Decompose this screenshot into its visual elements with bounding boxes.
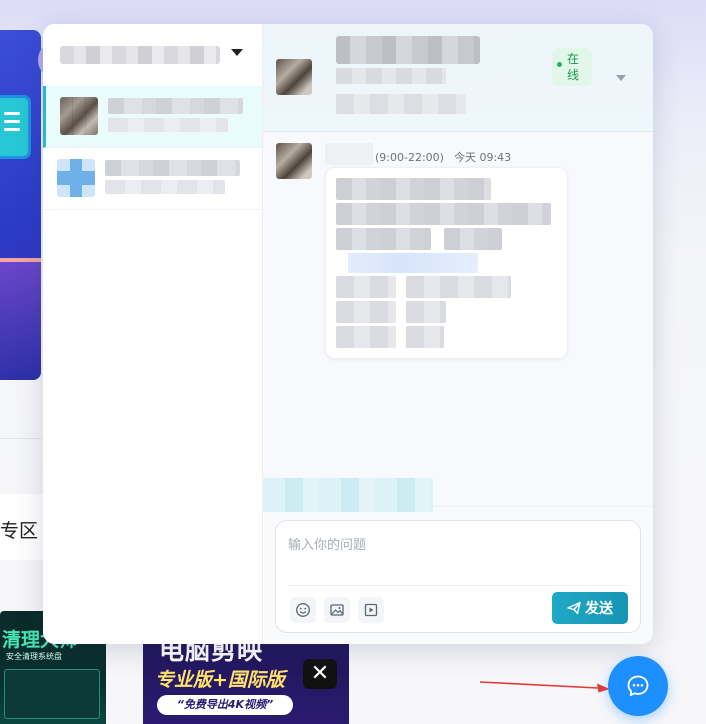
agent-info-blurred [336,94,466,114]
chat-window: 在线 (9:00-22:00) 今天 09:43 输入你的问题 发送 [43,24,653,644]
message-text-blurred [336,276,396,298]
agent-name-blurred [336,36,480,64]
account-switcher[interactable] [43,24,262,86]
agent-avatar [276,59,312,95]
annotation-arrow [480,681,610,693]
thumb-subtitle: 专业版+国际版 [155,669,285,691]
conversation-title-blurred [105,160,240,176]
message-text-blurred [336,178,491,200]
message-text-blurred [336,301,396,323]
video-icon[interactable] [358,597,384,623]
message-link-blurred[interactable] [348,253,478,273]
conversation-sidebar [43,24,263,644]
zone-label: 专区 [0,520,39,542]
capcut-logo-icon: ✕ [303,659,337,689]
composer: 发送 [263,506,653,644]
message-text-blurred [444,228,502,250]
conversation-preview-blurred [105,180,225,194]
document-icon [0,98,28,156]
send-label: 发送 [585,601,613,617]
message-bubble [325,167,568,359]
status-text: 在线 [567,52,580,82]
chat-launcher-button[interactable] [608,656,668,716]
chat-bubble-icon [627,675,649,697]
quick-replies-blurred[interactable] [263,478,433,512]
chat-main: 在线 (9:00-22:00) 今天 09:43 输入你的问题 发送 [263,24,653,644]
message-meta: (9:00-22:00) 今天 09:43 [375,149,511,165]
thumb-subtitle: 安全清理系统盘 [6,652,62,661]
avatar [60,97,98,135]
message-text-blurred [406,301,446,323]
sender-name-blurred [325,143,373,165]
message-text-blurred [336,203,551,225]
account-name-blurred [60,46,220,64]
thumb-screenshot [4,669,100,719]
chat-header: 在线 [263,24,653,132]
conversation-item[interactable] [43,86,262,148]
send-icon [567,601,581,615]
caret-down-icon[interactable] [231,49,243,56]
divider [288,585,628,586]
service-hours: (9:00-22:00) [375,151,444,164]
agent-info-blurred [336,68,446,84]
divider [0,438,43,439]
online-dot-icon [557,62,562,67]
banner-illustration [0,262,41,380]
message-text-blurred [406,276,511,298]
send-button[interactable]: 发送 [552,592,628,624]
message-time: 今天 09:43 [453,151,512,164]
message-text-blurred [406,326,444,348]
message-input[interactable] [276,521,640,583]
conversation-title-blurred [108,98,243,114]
sender-avatar [276,143,312,179]
message-list[interactable]: (9:00-22:00) 今天 09:43 [263,132,653,512]
status-badge: 在线 [552,48,592,86]
message-text-blurred [336,326,396,348]
background-banner[interactable] [0,30,41,380]
emoji-icon[interactable] [290,597,316,623]
avatar [57,159,95,197]
composer-box: 发送 [275,520,641,633]
chevron-down-icon[interactable] [616,75,626,81]
message-text-blurred [336,228,431,250]
conversation-item[interactable] [43,148,262,210]
conversation-preview-blurred [108,118,228,132]
image-icon[interactable] [324,597,350,623]
thumb-badge: “免费导出4K视频” [157,695,293,715]
